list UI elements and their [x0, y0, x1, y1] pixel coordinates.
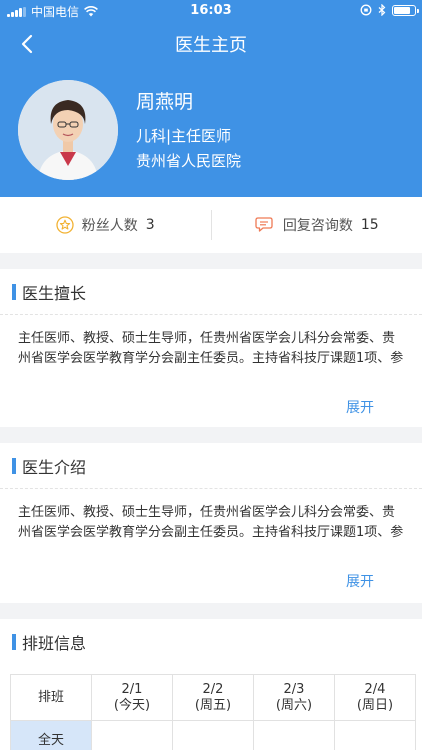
schedule-corner-cell: 排班: [10, 674, 92, 721]
intro-header: 医生介绍: [0, 443, 422, 489]
schedule-date-cell: 2/1 (今天): [91, 674, 173, 721]
schedule-weekday: (周日): [356, 697, 394, 713]
doctor-department-title: 儿科|主任医师: [136, 127, 232, 145]
schedule-date: 2/2: [202, 681, 224, 697]
star-icon: [56, 216, 74, 234]
schedule-weekday: (周五): [194, 697, 232, 713]
schedule-weekday: (周六): [275, 697, 313, 713]
schedule-date: 2/3: [283, 681, 305, 697]
schedule-date: 2/1: [121, 681, 143, 697]
specialty-header: 医生擅长: [0, 269, 422, 315]
schedule-slot-cell[interactable]: [91, 720, 173, 750]
schedule-allday-row: 全天: [10, 720, 416, 750]
bluetooth-icon: [378, 4, 386, 16]
schedule-slot-cell[interactable]: [253, 720, 335, 750]
doctor-hospital: 贵州省人民医院: [136, 152, 242, 170]
doctor-name: 周燕明: [136, 91, 194, 113]
schedule-date-cell: 2/2 (周五): [172, 674, 254, 721]
consult-stat: 回复咨询数 15: [212, 215, 422, 235]
profile-header: 中国电信 16:03 医生主页 周燕明 儿科|主任医师 贵州省人民医院: [0, 0, 422, 197]
schedule-date-cell: 2/3 (周六): [253, 674, 335, 721]
page-title: 医生主页: [175, 35, 247, 56]
section-marker: [12, 457, 16, 474]
section-marker: [12, 634, 16, 650]
schedule-table: 排班 2/1 (今天) 2/2 (周五) 2/3 (周六) 2/4 (周日) 全天: [10, 674, 416, 750]
fans-count: 3: [145, 217, 155, 233]
consult-count: 15: [360, 217, 379, 233]
clock: 16:03: [190, 3, 232, 18]
intro-text: 主任医师、教授、硕士生导师，任贵州省医学会儿科分会常委、贵州省医学会医学教育学分…: [18, 505, 404, 540]
specialty-card: 医生擅长 主任医师、教授、硕士生导师，任贵州省医学会儿科分会常委、贵州省医学会医…: [0, 269, 422, 427]
nav-bar: 医生主页: [0, 22, 422, 66]
specialty-text: 主任医师、教授、硕士生导师，任贵州省医学会儿科分会常委、贵州省医学会医学教育学分…: [18, 331, 404, 366]
intro-card: 医生介绍 主任医师、教授、硕士生导师，任贵州省医学会儿科分会常委、贵州省医学会医…: [0, 443, 422, 603]
schedule-date: 2/4: [364, 681, 386, 697]
fans-label: 粉丝人数: [81, 218, 138, 234]
status-bar: 中国电信 16:03: [0, 0, 422, 22]
schedule-slot-cell[interactable]: [172, 720, 254, 750]
schedule-title: 排班信息: [22, 634, 87, 653]
schedule-weekday: (今天): [113, 697, 151, 713]
specialty-expand-button[interactable]: 展开: [346, 397, 374, 417]
chat-bubble-icon: [255, 217, 273, 232]
section-marker: [12, 283, 16, 300]
specialty-title: 医生擅长: [22, 283, 87, 303]
schedule-date-cell: 2/4 (周日): [334, 674, 416, 721]
schedule-slot-cell[interactable]: [334, 720, 416, 750]
schedule-row-label: 全天: [10, 720, 92, 750]
doctor-avatar: [18, 80, 118, 180]
battery-icon: [392, 4, 419, 16]
schedule-header-row: 排班 2/1 (今天) 2/2 (周五) 2/3 (周六) 2/4 (周日): [10, 674, 416, 721]
stats-bar: 粉丝人数 3 回复咨询数 15: [0, 197, 422, 253]
intro-title: 医生介绍: [22, 457, 87, 477]
schedule-header: 排班信息: [0, 619, 422, 665]
consult-label: 回复咨询数: [282, 218, 353, 234]
orientation-lock-icon: [360, 4, 372, 16]
intro-expand-button[interactable]: 展开: [346, 571, 374, 591]
fans-stat: 粉丝人数 3: [0, 215, 211, 235]
